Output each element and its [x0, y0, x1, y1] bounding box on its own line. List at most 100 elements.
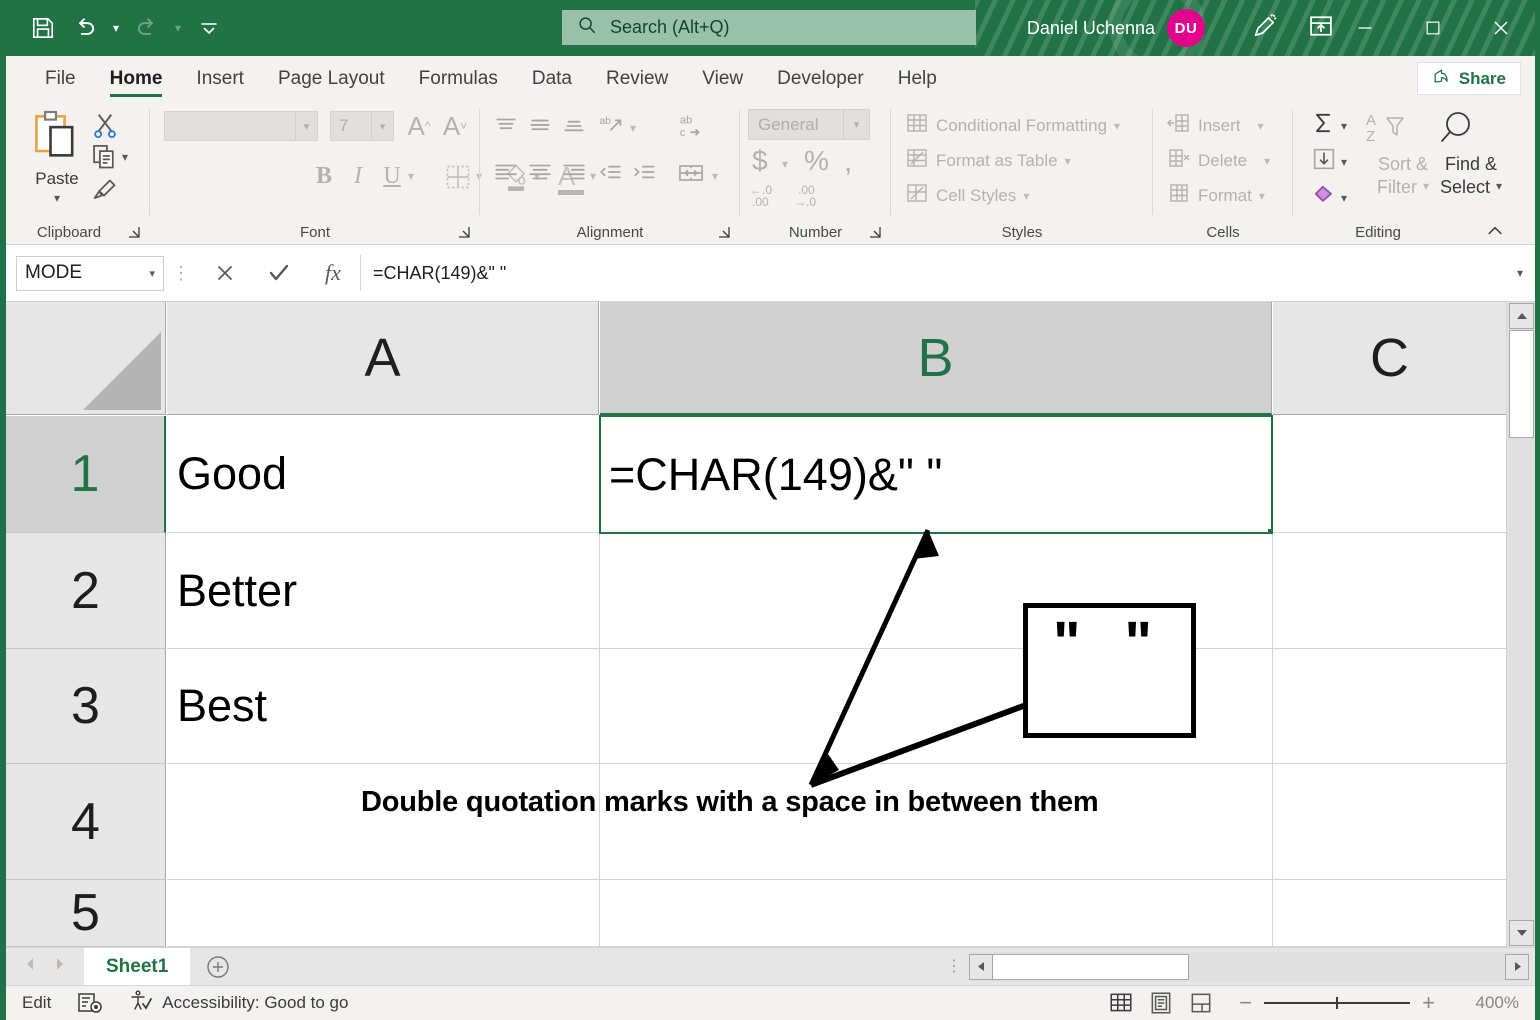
align-right-button[interactable] [560, 159, 588, 190]
sheet-tab-sheet1[interactable]: Sheet1 [84, 948, 190, 986]
scroll-up-button[interactable] [1509, 303, 1534, 329]
format-as-table-button[interactable]: Format as Table ▾ [905, 146, 1071, 175]
conditional-formatting-dropdown-icon[interactable]: ▾ [1114, 119, 1120, 133]
search-box[interactable]: Search (Alt+Q) [562, 10, 976, 45]
increase-font-size-button[interactable]: A^ [402, 109, 436, 143]
vertical-scrollbar[interactable] [1506, 302, 1535, 947]
font-size-box[interactable]: 7 ▾ [330, 111, 394, 141]
merge-center-button[interactable] [676, 159, 706, 192]
borders-button[interactable] [444, 163, 472, 196]
sheet-tab-splitter[interactable]: ⋮ [939, 963, 969, 970]
cell-c3[interactable] [1273, 649, 1507, 764]
page-break-preview-button[interactable] [1181, 987, 1221, 1019]
tab-help[interactable]: Help [881, 56, 954, 101]
insert-function-button[interactable]: fx [306, 255, 360, 291]
scroll-left-button[interactable] [969, 954, 993, 980]
format-as-table-dropdown-icon[interactable]: ▾ [1065, 154, 1071, 168]
cell-c5[interactable] [1273, 880, 1507, 947]
row-header-2[interactable]: 2 [6, 533, 166, 649]
paste-dropdown-icon[interactable]: ▾ [54, 191, 60, 205]
accounting-format-dropdown-icon[interactable]: ▾ [782, 157, 788, 171]
align-left-button[interactable] [492, 159, 520, 190]
select-all-button[interactable] [6, 302, 166, 415]
tab-developer[interactable]: Developer [760, 56, 881, 101]
accounting-format-button[interactable]: $ [752, 145, 768, 177]
tab-file[interactable]: File [28, 56, 93, 101]
normal-view-button[interactable] [1101, 987, 1141, 1019]
number-dialog-launcher[interactable] [867, 224, 883, 240]
clipboard-dialog-launcher[interactable] [126, 224, 142, 240]
align-middle-button[interactable] [526, 113, 554, 144]
formula-bar-grip[interactable]: ⋮ [164, 269, 198, 277]
delete-cells-dropdown-icon[interactable]: ▾ [1264, 154, 1270, 168]
increase-decimal-button[interactable]: .00 →.0 [794, 181, 834, 216]
insert-cells-button[interactable]: Insert ▾ [1167, 111, 1264, 140]
insert-cells-dropdown-icon[interactable]: ▾ [1258, 119, 1264, 133]
column-header-b[interactable]: B [600, 302, 1272, 415]
add-sheet-button[interactable] [190, 954, 246, 980]
bold-button[interactable]: B [308, 159, 340, 193]
row-header-1[interactable]: 1 [6, 416, 166, 533]
clear-button[interactable] [1309, 181, 1339, 214]
cancel-formula-button[interactable] [198, 255, 252, 291]
row-header-5[interactable]: 5 [6, 880, 166, 947]
wrap-text-button[interactable]: ab c [676, 111, 706, 146]
find-select-button[interactable] [1433, 109, 1477, 156]
decrease-indent-button[interactable] [596, 159, 624, 190]
format-cells-dropdown-icon[interactable]: ▾ [1259, 189, 1265, 203]
accessibility-status[interactable]: Accessibility: Good to go [129, 989, 348, 1018]
font-name-box[interactable]: ▾ [164, 111, 318, 141]
page-layout-view-button[interactable] [1141, 987, 1181, 1019]
cell-a3[interactable]: Best [167, 649, 600, 764]
cell-c4[interactable] [1273, 764, 1507, 880]
merge-center-dropdown-icon[interactable]: ▾ [712, 169, 718, 183]
paste-button[interactable]: Paste ▾ [26, 109, 88, 205]
font-size-dropdown-icon[interactable]: ▾ [371, 112, 393, 140]
cut-button[interactable] [90, 111, 120, 141]
underline-button[interactable]: U [376, 159, 408, 193]
orientation-dropdown-icon[interactable]: ▾ [630, 121, 636, 135]
autosum-dropdown-icon[interactable]: ▾ [1341, 119, 1347, 133]
format-painter-button[interactable] [90, 177, 118, 205]
tab-home[interactable]: Home [93, 56, 180, 101]
comma-style-button[interactable]: , [844, 145, 852, 179]
clear-dropdown-icon[interactable]: ▾ [1341, 191, 1347, 205]
avatar[interactable]: DU [1167, 9, 1205, 47]
delete-cells-button[interactable]: Delete ▾ [1167, 146, 1270, 175]
tab-formulas[interactable]: Formulas [402, 56, 515, 101]
format-cells-button[interactable]: Format ▾ [1167, 181, 1265, 210]
tab-review[interactable]: Review [589, 56, 685, 101]
decrease-font-size-button[interactable]: A˅ [438, 109, 472, 143]
save-button[interactable] [22, 8, 64, 48]
align-bottom-button[interactable] [560, 113, 588, 144]
cell-a2[interactable]: Better [167, 533, 600, 649]
maximize-button[interactable] [1399, 0, 1467, 56]
conditional-formatting-button[interactable]: Conditional Formatting ▾ [905, 111, 1120, 140]
underline-dropdown-icon[interactable]: ▾ [408, 169, 414, 183]
cell-styles-button[interactable]: Cell Styles ▾ [905, 181, 1029, 210]
orientation-button[interactable]: ab [596, 111, 626, 144]
font-dialog-launcher[interactable] [456, 224, 472, 240]
cell-b5[interactable] [600, 880, 1273, 947]
cell-b1[interactable]: =CHAR(149)&" " [599, 415, 1273, 534]
cell-a5[interactable] [167, 880, 600, 947]
name-box-dropdown-icon[interactable]: ▾ [149, 267, 155, 280]
redo-button[interactable] [126, 8, 168, 48]
zoom-in-button[interactable]: + [1422, 990, 1435, 1016]
align-top-button[interactable] [492, 113, 520, 144]
percent-style-button[interactable]: % [804, 145, 829, 177]
column-header-c[interactable]: C [1273, 302, 1507, 415]
horizontal-scrollbar[interactable] [969, 952, 1529, 982]
cell-b4[interactable] [600, 764, 1273, 880]
tab-view[interactable]: View [685, 56, 760, 101]
previous-sheet-button[interactable] [22, 955, 40, 978]
cell-c2[interactable] [1273, 533, 1507, 649]
find-select-dropdown-icon[interactable]: ▾ [1496, 179, 1502, 194]
cell-a4[interactable] [167, 764, 600, 880]
formula-input[interactable]: =CHAR(149)&" " [360, 255, 1505, 291]
customize-quick-access-toolbar-icon[interactable] [188, 8, 230, 48]
row-header-4[interactable]: 4 [6, 764, 166, 880]
fill-button[interactable] [1309, 145, 1339, 178]
minimize-button[interactable] [1331, 0, 1399, 56]
name-box[interactable]: MODE ▾ [16, 256, 164, 291]
